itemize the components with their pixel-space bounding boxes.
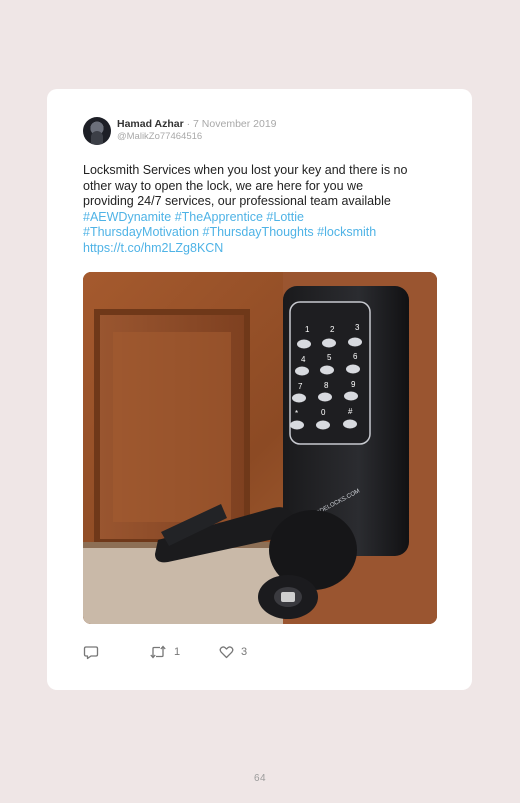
- tweet-text: Locksmith Services when you lost your ke…: [83, 163, 438, 256]
- heart-icon: [219, 646, 234, 659]
- svg-text:9: 9: [351, 380, 356, 389]
- svg-text:#: #: [348, 407, 353, 416]
- tweet-date: · 7 November 2019: [183, 118, 277, 130]
- svg-text:*: *: [295, 409, 298, 418]
- tweet-text-line: other way to open the lock, we are here …: [83, 178, 364, 193]
- like-count: 3: [241, 646, 248, 658]
- svg-text:1: 1: [305, 325, 310, 334]
- avatar[interactable]: [83, 117, 111, 145]
- author-name[interactable]: Hamad Azhar: [117, 118, 184, 130]
- svg-text:5: 5: [327, 353, 332, 362]
- svg-text:2: 2: [330, 325, 335, 334]
- tweet-link[interactable]: https://t.co/hm2LZg8KCN: [83, 241, 438, 257]
- retweet-button[interactable]: 1: [149, 645, 180, 659]
- svg-text:6: 6: [353, 352, 358, 361]
- tweet-actions: 1 3: [83, 645, 443, 661]
- tweet-text-line: Locksmith Services when you lost your ke…: [83, 163, 408, 177]
- reply-icon: [83, 646, 99, 660]
- retweet-icon: [150, 645, 166, 659]
- like-button[interactable]: 3: [219, 645, 247, 659]
- hashtags[interactable]: #AEWDynamite #TheApprentice #Lottie: [83, 210, 438, 226]
- tweet-text-line: providing 24/7 services, our professiona…: [83, 194, 391, 208]
- svg-text:8: 8: [324, 381, 329, 390]
- reply-button[interactable]: [83, 645, 99, 660]
- svg-text:3: 3: [355, 323, 360, 332]
- svg-text:0: 0: [321, 408, 326, 417]
- author-handle[interactable]: @MalikZo77464516: [117, 131, 202, 142]
- page-number: 64: [253, 773, 267, 784]
- svg-text:4: 4: [301, 355, 306, 364]
- door-lock-image: 1 2 3 4 5 6 7 8 9 * 0 # CODELOCKS.COM: [83, 272, 437, 624]
- retweet-count: 1: [174, 646, 181, 658]
- svg-text:7: 7: [298, 382, 303, 391]
- tweet-photo[interactable]: 1 2 3 4 5 6 7 8 9 * 0 # CODELOCKS.COM: [83, 272, 437, 624]
- hashtags[interactable]: #ThursdayMotivation #ThursdayThoughts #l…: [83, 225, 438, 241]
- tweet-card: Hamad Azhar · 7 November 2019 @MalikZo77…: [47, 89, 472, 690]
- tweet-author: Hamad Azhar · 7 November 2019: [117, 118, 277, 131]
